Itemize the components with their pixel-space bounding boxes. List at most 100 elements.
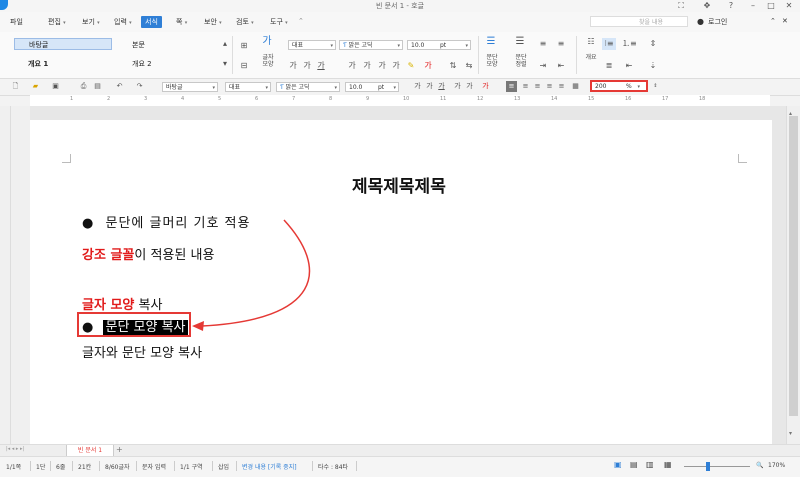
close-doc-icon[interactable]: ✕ [782,17,788,25]
style-outline-1[interactable]: 개요 1 [28,59,48,69]
open-icon[interactable]: ▰ [30,81,41,92]
font-grow-icon[interactable]: 가 [345,60,359,72]
toolbar-font-combo[interactable]: Ƭ 맑은 고딕 ▾ [276,82,340,92]
underline-large-icon[interactable]: 가 [314,60,328,72]
toolbar-style-combo[interactable]: 바탕글 ▾ [162,82,218,92]
menu-format[interactable]: 서식 [141,16,162,28]
status-track-changes[interactable]: 변경 내용 [기록 중지] [242,462,297,471]
undo-icon[interactable]: ↶ [114,81,125,92]
maximize-icon[interactable]: □ [764,0,778,12]
zoom-icon[interactable]: 🔍 [756,462,763,469]
new-doc-icon[interactable]: 🗋 [10,81,21,92]
status-zoom[interactable]: 170% [768,462,785,469]
char-shape-icon[interactable]: 가 [260,36,274,48]
zoom-slider[interactable] [684,466,750,467]
para-align-icon[interactable]: ☰ [513,36,527,48]
grow-font-icon[interactable]: 가 [452,81,463,92]
align-right-icon[interactable]: ≡ [544,81,555,92]
ribbon-font-combo[interactable]: Ƭ 맑은 고딕 ▾ [339,40,403,50]
menu-review[interactable]: 검토 ▾ [236,17,254,27]
para-shape-icon[interactable]: ☰ [484,36,498,48]
search-input[interactable]: 찾을 내용 [590,16,688,27]
zoom-combo[interactable]: 200% ▾ [590,80,648,92]
indent-icon[interactable]: ⇥ [536,60,550,72]
line-spacing-icon[interactable]: ⇕ [646,38,660,50]
font-color-icon[interactable]: 가 [421,60,435,72]
tab-nav-icons[interactable]: |◂ ◂ ▸ ▸| [6,446,24,452]
toolbar-size-combo[interactable]: 10.0 pt ▾ [345,82,399,92]
zoom-spin-icon[interactable]: ⇕ [650,81,661,92]
underline-icon[interactable]: 가 [436,81,447,92]
ribbon-collapse-icon[interactable]: ⌃ [298,17,304,25]
italic-large-icon[interactable]: 가 [300,60,314,72]
style-outline-2[interactable]: 개요 2 [132,59,152,69]
font-shrink-icon[interactable]: 가 [360,60,374,72]
outline-button[interactable]: 개요 [580,54,602,61]
vertical-scrollbar[interactable]: ▴ ▾ [786,106,800,444]
align-right-large-icon[interactable]: ≡ [554,38,568,50]
superscript-icon[interactable]: ⇅ [446,60,460,72]
bold-large-icon[interactable]: 가 [286,60,300,72]
style-add-icon[interactable]: ⊞ [237,40,251,52]
subscript-icon[interactable]: ⇆ [462,60,476,72]
outline-icon[interactable]: ☷ [584,36,598,48]
align-left-large-icon[interactable]: ≡ [536,38,550,50]
italic-icon[interactable]: 가 [424,81,435,92]
menu-page[interactable]: 쪽 ▾ [176,17,187,27]
zoom-slider-thumb[interactable] [706,462,710,471]
distribute-icon[interactable]: ≡ [556,81,567,92]
menu-view[interactable]: 보기 ▾ [82,17,100,27]
scroll-thumb[interactable] [789,116,798,416]
add-tab-icon[interactable]: + [116,445,123,454]
outdent-icon[interactable]: ⇤ [554,60,568,72]
menu-insert[interactable]: 입력 ▾ [114,17,132,27]
document-page[interactable]: 제목제목제목 ● 문단에 글머리 기호 적용 강조 글꼴이 적용된 내용 글자 … [30,120,772,444]
redo-icon[interactable]: ↷ [134,81,145,92]
fullscreen-icon[interactable]: ⛶ [674,0,688,12]
highlight-icon[interactable]: ✎ [404,60,418,72]
view-page-icon[interactable]: ▤ [630,460,638,469]
help-icon[interactable]: ? [724,0,738,12]
para-spacing-icon[interactable]: ⇣ [646,60,660,72]
split-align-icon[interactable]: ▦ [570,81,581,92]
menu-tools[interactable]: 도구 ▾ [270,17,288,27]
view-multi-icon[interactable]: ▦ [664,460,672,469]
pin-icon[interactable]: ✥ [700,0,714,12]
para-shape-button[interactable]: 문단 모양 [481,54,503,68]
bold-icon[interactable]: 가 [412,81,423,92]
print-icon[interactable]: ⎙ [78,81,89,92]
list-level-icon[interactable]: ⇤ [622,60,636,72]
ribbon-options-icon[interactable]: ⌃ [770,17,776,25]
status-insert[interactable]: 삽입 [218,462,229,471]
menu-security[interactable]: 보안 ▾ [204,17,222,27]
save-icon[interactable]: ▣ [50,81,61,92]
para-align-button[interactable]: 문단 정렬 [510,54,532,68]
align-center-icon[interactable]: ≡ [532,81,543,92]
minimize-icon[interactable]: – [746,0,760,12]
close-icon[interactable]: ✕ [782,0,796,12]
preview-icon[interactable]: ▤ [92,81,103,92]
shrink-font-icon[interactable]: 가 [464,81,475,92]
multilevel-list-icon[interactable]: ≣ [602,60,616,72]
menu-file[interactable]: 파일 [10,17,23,27]
scroll-down-icon[interactable]: ▾ [789,430,792,437]
ribbon-size-combo[interactable]: 10.0 pt ▾ [407,40,471,50]
style-body[interactable]: 본문 [132,40,145,50]
bullet-list-icon[interactable]: ⁝≡ [602,38,616,50]
toolbar-lang-combo[interactable]: 대표 ▾ [225,82,271,92]
style-scroll-down-icon[interactable]: ▾ [218,58,232,70]
view-web-icon[interactable]: ▥ [646,460,654,469]
view-normal-icon[interactable]: ▣ [614,460,622,469]
style-edit-icon[interactable]: ⊟ [237,60,251,72]
justify-icon[interactable]: ≡ [506,81,517,92]
user-icon[interactable]: ● [697,17,704,26]
char-spacing-icon[interactable]: 가 [375,60,389,72]
align-left-icon[interactable]: ≡ [520,81,531,92]
text-color-icon[interactable]: 가 [480,81,491,92]
numbered-list-icon[interactable]: ⒈≡ [622,38,637,50]
menu-edit[interactable]: 편집 ▾ [48,17,66,27]
char-shape-button[interactable]: 글자 모양 [258,54,278,68]
style-scroll-up-icon[interactable]: ▴ [218,38,232,50]
style-normal[interactable]: 바탕글 [14,38,112,50]
ribbon-style-combo[interactable]: 대표 ▾ [288,40,336,50]
